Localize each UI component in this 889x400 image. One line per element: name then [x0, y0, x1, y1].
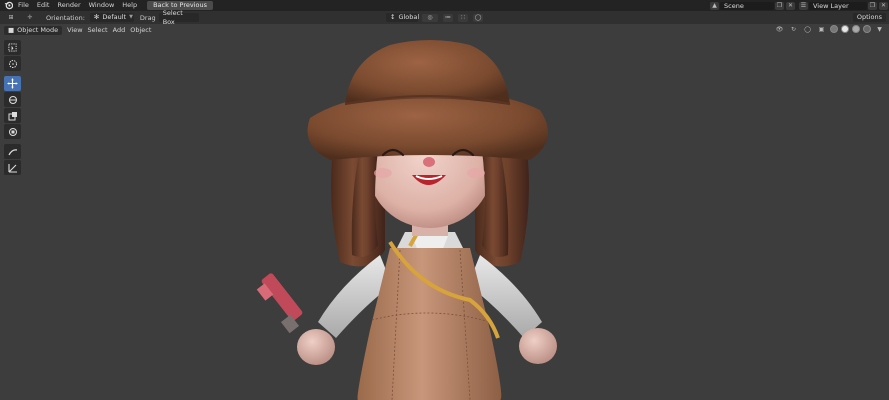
blender-logo-icon[interactable]	[2, 0, 14, 11]
view-layer-field[interactable]: View Layer	[809, 1, 867, 10]
annotate-tool-icon[interactable]	[4, 144, 21, 159]
transform-controls: ↕ Global ▼ ◎ ≔ ∷ ◯	[386, 13, 484, 22]
transform-orientation-value: Global	[398, 13, 420, 21]
xray-icon[interactable]: ▣	[817, 25, 826, 33]
orientation-icon: ✻	[93, 13, 100, 21]
tool-header: ⊞ ✛ Orientation: ✻ Default ▼ Drag Select…	[0, 9, 889, 26]
close-scene-icon[interactable]: ✕	[786, 1, 795, 10]
shading-options-icon[interactable]: ▼	[875, 25, 884, 33]
scene-field[interactable]: Scene	[720, 1, 774, 10]
menu-edit[interactable]: Edit	[33, 0, 54, 11]
editor-type-icon[interactable]: ⊞	[4, 14, 18, 22]
transform-tool-icon[interactable]	[4, 124, 21, 139]
viewport-header: ■ Object Mode View Select Add Object 👁 ↻…	[0, 24, 889, 36]
move-tool-icon[interactable]	[4, 76, 21, 91]
chevron-down-icon: ▼	[129, 14, 133, 20]
snap-target-icon[interactable]: ∷	[458, 13, 468, 22]
copy-scene-icon[interactable]: ❐	[775, 1, 784, 10]
cursor-tool-icon[interactable]	[4, 56, 21, 71]
close-view-layer-icon[interactable]: ✕	[879, 1, 888, 10]
menu-window[interactable]: Window	[85, 0, 119, 11]
drag-label: Drag	[139, 13, 156, 22]
orientation-label: Orientation:	[46, 13, 85, 22]
viewport-menu-view[interactable]: View	[67, 26, 82, 34]
copy-view-layer-icon[interactable]: ❐	[868, 1, 877, 10]
viewport-shading-controls: 👁 ↻ ◯ ▣ ▼	[774, 25, 885, 33]
overlays-icon[interactable]: ◯	[803, 25, 812, 33]
rendered-shading-icon[interactable]	[863, 25, 871, 33]
view-layer-icon[interactable]: ☰	[799, 1, 808, 10]
material-shading-icon[interactable]	[852, 25, 860, 33]
gizmo-icon[interactable]: ↻	[789, 25, 798, 33]
visibility-icon[interactable]: 👁	[775, 25, 784, 33]
orientation-dropdown[interactable]: ✻ Default ▼	[89, 13, 134, 22]
solid-shading-icon[interactable]	[841, 25, 849, 33]
menu-help[interactable]: Help	[118, 0, 141, 11]
move-tool-icon[interactable]: ✛	[23, 14, 37, 22]
scale-tool-icon[interactable]	[4, 108, 21, 123]
viewport-menu-add[interactable]: Add	[113, 26, 126, 34]
menu-file[interactable]: File	[14, 0, 33, 11]
drag-dropdown[interactable]: Select Box	[158, 9, 199, 26]
top-menu-bar: File Edit Render Window Help Back to Pre…	[0, 0, 889, 11]
select-box-tool-icon[interactable]	[4, 40, 21, 55]
transform-orientation-dropdown[interactable]: ↕ Global ▼	[386, 13, 426, 22]
rotate-tool-icon[interactable]	[4, 92, 21, 107]
wireframe-shading-icon[interactable]	[830, 25, 838, 33]
proportional-edit-icon[interactable]: ◯	[473, 13, 483, 22]
options-dropdown[interactable]: Options	[852, 13, 886, 22]
scene-controls: ▲ Scene ❐ ✕ ☰ View Layer ❐ ✕	[709, 0, 889, 11]
toolbar	[4, 40, 22, 176]
orientation-value: Default	[102, 13, 127, 21]
object-mode-icon: ■	[8, 25, 15, 34]
measure-tool-icon[interactable]	[4, 160, 21, 175]
options-label: Options	[856, 13, 882, 21]
menu-render[interactable]: Render	[53, 0, 84, 11]
object-mode-dropdown[interactable]: ■ Object Mode	[4, 25, 63, 35]
pivot-point-icon[interactable]: ◎	[422, 13, 438, 22]
3d-viewport[interactable]	[0, 24, 889, 400]
character-model	[256, 40, 557, 400]
global-icon: ↕	[390, 13, 396, 21]
viewport-menu-select[interactable]: Select	[88, 26, 108, 34]
object-mode-value: Object Mode	[17, 25, 59, 34]
snap-icon[interactable]: ≔	[443, 13, 453, 22]
viewport-menu-object[interactable]: Object	[130, 26, 151, 34]
scene-icon[interactable]: ▲	[710, 1, 719, 10]
